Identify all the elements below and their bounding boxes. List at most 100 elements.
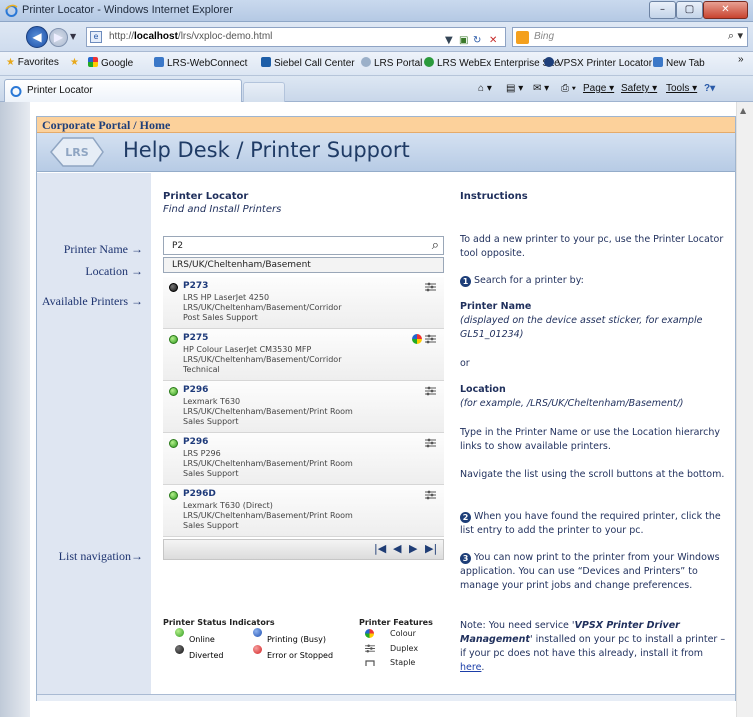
duplex-icon: [425, 282, 436, 292]
fav-item-google[interactable]: Google: [88, 57, 133, 69]
fav-item-vpsx[interactable]: VPSX Printer Locator: [544, 57, 652, 69]
webex-icon: [424, 57, 434, 67]
refresh-icon[interactable]: ↻: [473, 35, 481, 46]
fav-item-siebel[interactable]: Siebel Call Center: [261, 57, 355, 69]
vpsx-icon: [544, 57, 554, 67]
lrs-logo: LRS: [50, 137, 104, 167]
printer-name: P296: [183, 385, 209, 395]
tools-menu[interactable]: Tools ▾: [666, 83, 697, 94]
instructions-step1: 1 Search for a printer by:: [460, 274, 730, 288]
page-title: Help Desk / Printer Support: [123, 138, 410, 162]
fav-item-webex[interactable]: LRS WebEx Enterprise Site: [424, 57, 560, 69]
ie-tab-icon: [10, 86, 22, 97]
fav-item-new-tab[interactable]: New Tab: [653, 57, 705, 69]
url-field[interactable]: e http://localhost/lrs/vxploc-demo.html …: [86, 27, 506, 47]
first-page-button[interactable]: |◀: [374, 542, 386, 555]
printer-list-item[interactable]: P296 Lexmark T630 LRS/UK/Cheltenham/Base…: [163, 381, 444, 433]
back-button[interactable]: ◀: [26, 26, 48, 48]
scroll-up-icon[interactable]: ▲: [740, 106, 746, 115]
home-icon[interactable]: ⌂ ▾: [478, 83, 492, 94]
location-field[interactable]: LRS/UK/Cheltenham/Basement: [163, 257, 444, 273]
printer-locator-panel: Printer Locator Find and Install Printer…: [151, 173, 453, 694]
duplex-icon: [425, 334, 436, 344]
printer-list-item[interactable]: P273 LRS HP LaserJet 4250 LRS/UK/Chelten…: [163, 277, 444, 329]
mail-icon[interactable]: ✉ ▾: [533, 83, 549, 94]
duplex-icon: [425, 386, 436, 396]
install-here-link[interactable]: here: [460, 662, 481, 673]
google-icon: [88, 57, 98, 67]
printer-path: LRS/UK/Cheltenham/Basement/Corridor: [183, 355, 342, 364]
error-status-icon: [253, 645, 262, 654]
instructions-or: or: [460, 358, 470, 369]
online-status-icon: [175, 628, 184, 637]
colour-icon: [412, 334, 422, 344]
close-button[interactable]: ✕: [703, 1, 748, 19]
step-1-icon: 1: [460, 276, 471, 287]
printer-name-input[interactable]: P2 ⌕: [163, 236, 444, 255]
printer-model: LRS HP LaserJet 4250: [183, 293, 270, 302]
online-legend-label: Online: [189, 635, 215, 644]
fav-item-lrs-webconnect[interactable]: LRS-WebConnect: [154, 57, 247, 69]
colour-legend-label: Colour: [390, 629, 416, 638]
search-icon[interactable]: ⌕ ▾: [728, 29, 743, 43]
compatibility-icon[interactable]: ▣: [459, 35, 468, 46]
tab-printer-locator[interactable]: Printer Locator: [4, 79, 242, 102]
window-title: Printer Locator - Windows Internet Explo…: [22, 4, 233, 16]
ie-page-icon: [653, 57, 663, 67]
next-page-button[interactable]: ▶: [409, 542, 417, 555]
printer-dept: Sales Support: [183, 469, 239, 478]
bing-icon: [516, 31, 529, 44]
list-navigation-label: List navigation→: [58, 549, 143, 563]
fav-item-lrs-portal[interactable]: LRS Portal: [361, 57, 422, 69]
printer-name: P273: [183, 281, 209, 291]
instructions-note: Note: You need service 'VPSX Printer Dri…: [460, 620, 726, 673]
available-printers-label: Available Printers →: [41, 294, 143, 308]
favorites-label: Favorites: [17, 57, 59, 68]
ie-page-icon: [154, 57, 164, 67]
url-prefix: http://: [109, 31, 135, 42]
prev-page-button[interactable]: ◀: [393, 542, 401, 555]
feeds-icon[interactable]: ▤ ▾: [506, 83, 523, 94]
step-3-icon: 3: [460, 553, 471, 564]
minimize-button[interactable]: –: [649, 1, 676, 19]
page-banner: LRS Help Desk / Printer Support: [37, 133, 735, 172]
vertical-scrollbar[interactable]: ▲: [736, 102, 753, 717]
label-column: Printer Name → Location → Available Prin…: [37, 173, 151, 694]
search-box[interactable]: Bing ⌕ ▾: [512, 27, 748, 47]
printer-name: P296: [183, 437, 209, 447]
printer-dept: Technical: [183, 365, 220, 374]
dropdown-arrow-icon[interactable]: ▼: [445, 35, 453, 46]
print-icon[interactable]: ⎙ ▾: [561, 83, 576, 94]
safety-menu[interactable]: Safety ▾: [621, 83, 657, 94]
printer-list-item[interactable]: P275 HP Colour LaserJet CM3530 MFP LRS/U…: [163, 329, 444, 381]
forward-button[interactable]: ▶: [49, 28, 68, 47]
printer-name-label: Printer Name →: [63, 242, 143, 256]
last-page-button[interactable]: ▶|: [425, 542, 437, 555]
duplex-feature-icon: [365, 644, 375, 653]
recent-pages-dropdown-icon[interactable]: ▼: [70, 32, 76, 41]
search-icon[interactable]: ⌕: [432, 238, 439, 253]
printer-model: HP Colour LaserJet CM3530 MFP: [183, 345, 312, 354]
printer-name: P296D: [183, 489, 216, 499]
add-favorite-icon[interactable]: ★: [70, 57, 79, 68]
favorites-bar: ★ Favorites ★ Google LRS-WebConnect Sieb…: [0, 52, 753, 76]
favorites-overflow-icon[interactable]: »: [738, 54, 744, 65]
breadcrumb-text[interactable]: Corporate Portal / Home: [42, 118, 170, 133]
diverted-status-icon: [175, 645, 184, 654]
page-icon: e: [90, 31, 102, 43]
favorites-button[interactable]: ★ Favorites: [6, 57, 59, 68]
instructions-location-desc: (for example, /LRS/UK/Cheltenham/Basemen…: [460, 398, 684, 409]
new-tab-button[interactable]: [243, 82, 285, 102]
printer-list-item[interactable]: P296 LRS P296 LRS/UK/Cheltenham/Basement…: [163, 433, 444, 485]
page-menu[interactable]: Page ▾: [583, 83, 614, 94]
printer-path: LRS/UK/Cheltenham/Basement/Corridor: [183, 303, 342, 312]
printer-list-item[interactable]: P296D Lexmark T630 (Direct) LRS/UK/Chelt…: [163, 485, 444, 537]
printer-model: Lexmark T630 (Direct): [183, 501, 273, 510]
instructions-printer-name-title: Printer Name: [460, 301, 532, 312]
legend: Printer Status Indicators Printer Featur…: [163, 618, 444, 686]
stop-icon[interactable]: ✕: [489, 35, 497, 46]
tab-bar: Printer Locator ⌂ ▾ ▤ ▾ ✉ ▾ ⎙ ▾ Page ▾ S…: [0, 76, 753, 102]
breadcrumb: Corporate Portal / Home: [37, 117, 735, 133]
maximize-button[interactable]: ▢: [676, 1, 703, 19]
help-icon[interactable]: ?▾: [704, 83, 715, 94]
